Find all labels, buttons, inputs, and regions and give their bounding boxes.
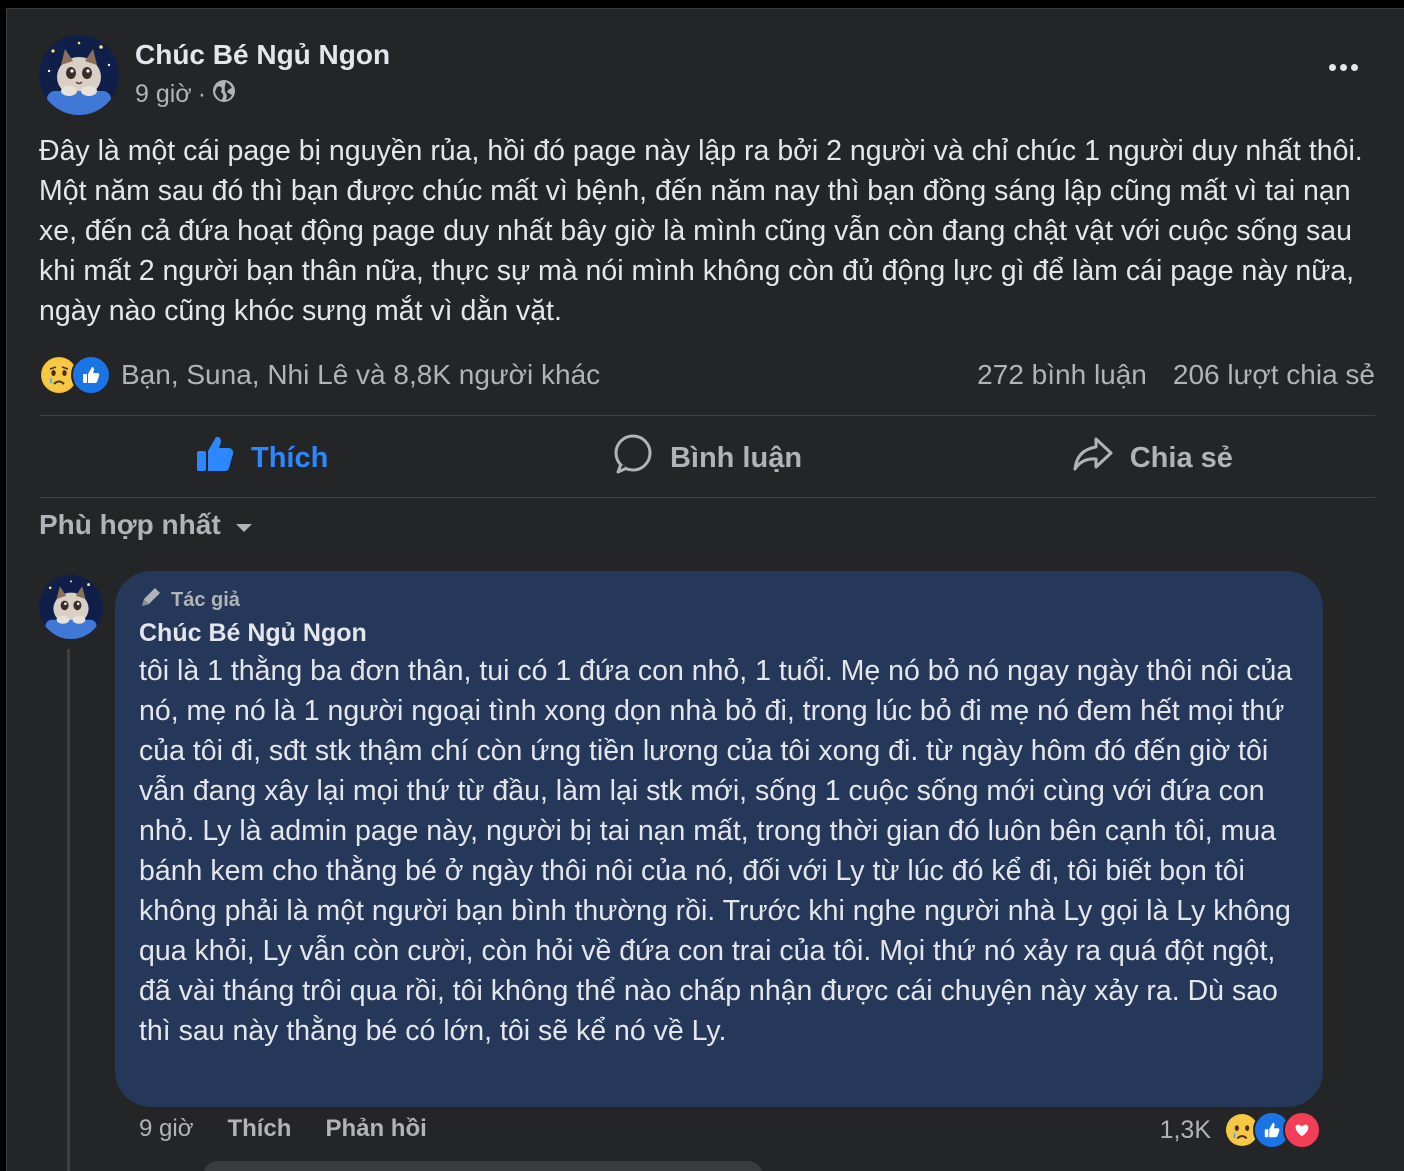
comments-count[interactable]: 272 bình luận [977, 359, 1147, 391]
more-options-icon [1328, 63, 1336, 71]
thumbs-up-icon [195, 434, 235, 482]
comment-reaction-count: 1,3K [1159, 1115, 1211, 1144]
sort-label: Phù hợp nhất [39, 509, 221, 540]
love-reaction-icon [1283, 1111, 1321, 1149]
meta-separator: · [197, 80, 207, 108]
comment-time[interactable]: 9 giờ [139, 1115, 193, 1143]
post-actions: Thích Bình luận Chia sẻ [39, 417, 1375, 499]
pencil-icon [139, 585, 163, 615]
comment-sort-dropdown[interactable]: Phù hợp nhất [39, 509, 253, 541]
page-avatar[interactable] [39, 35, 119, 115]
share-label: Chia sẻ [1129, 441, 1233, 474]
page-name[interactable]: Chúc Bé Ngủ Ngon [135, 39, 390, 71]
comment-text: tôi là 1 thằng ba đơn thân, tui có 1 đứa… [139, 655, 1293, 1047]
comment-bubble: Tác giả Chúc Bé Ngủ Ngon tôi là 1 thằng … [115, 571, 1323, 1107]
comment-actions: 9 giờ Thích Phản hồi [139, 1115, 427, 1143]
reactions-summary: Bạn, Suna, Nhi Lê và 8,8K người khác 272… [39, 353, 1375, 397]
more-options-button[interactable] [1321, 53, 1365, 81]
comment-reply-button[interactable]: Phản hồi [325, 1115, 426, 1143]
share-button[interactable]: Chia sẻ [930, 417, 1375, 499]
globe-icon [212, 79, 236, 110]
post-card: Chúc Bé Ngủ Ngon 9 giờ · Đây là một cái … [6, 8, 1404, 1171]
comment-icon [612, 433, 654, 483]
author-badge: Tác giả [139, 585, 240, 615]
post-text: Đây là một cái page bị nguyền rủa, hồi đ… [39, 135, 1363, 327]
like-label: Thích [250, 441, 329, 474]
reply-thread-line [67, 649, 70, 1171]
comment-avatar[interactable] [39, 575, 103, 639]
share-icon [1072, 434, 1114, 482]
caret-down-icon [235, 509, 253, 541]
divider-bottom [39, 497, 1375, 498]
more-dot [1339, 63, 1347, 71]
shares-count[interactable]: 206 lượt chia sẻ [1173, 359, 1375, 391]
comment-label: Bình luận [669, 441, 803, 474]
divider-top [39, 415, 1375, 416]
comment-like-button[interactable]: Thích [227, 1115, 291, 1143]
comment-reactions[interactable]: 1,3K [1160, 1111, 1321, 1149]
like-reaction-icon [71, 355, 111, 395]
like-button[interactable]: Thích [39, 417, 484, 499]
reaction-icons[interactable] [39, 355, 111, 395]
author-badge-label: Tác giả [171, 588, 240, 611]
comment-author[interactable]: Chúc Bé Ngủ Ngon [139, 619, 367, 648]
more-dot [1350, 63, 1358, 71]
reactor-names[interactable]: Bạn, Suna, Nhi Lê và 8,8K người khác [121, 359, 600, 391]
engagement-counts: 272 bình luận 206 lượt chia sẻ [977, 359, 1375, 391]
comment-button[interactable]: Bình luận [484, 417, 929, 499]
post-time[interactable]: 9 giờ [135, 80, 192, 109]
post-meta: 9 giờ · [135, 79, 236, 110]
